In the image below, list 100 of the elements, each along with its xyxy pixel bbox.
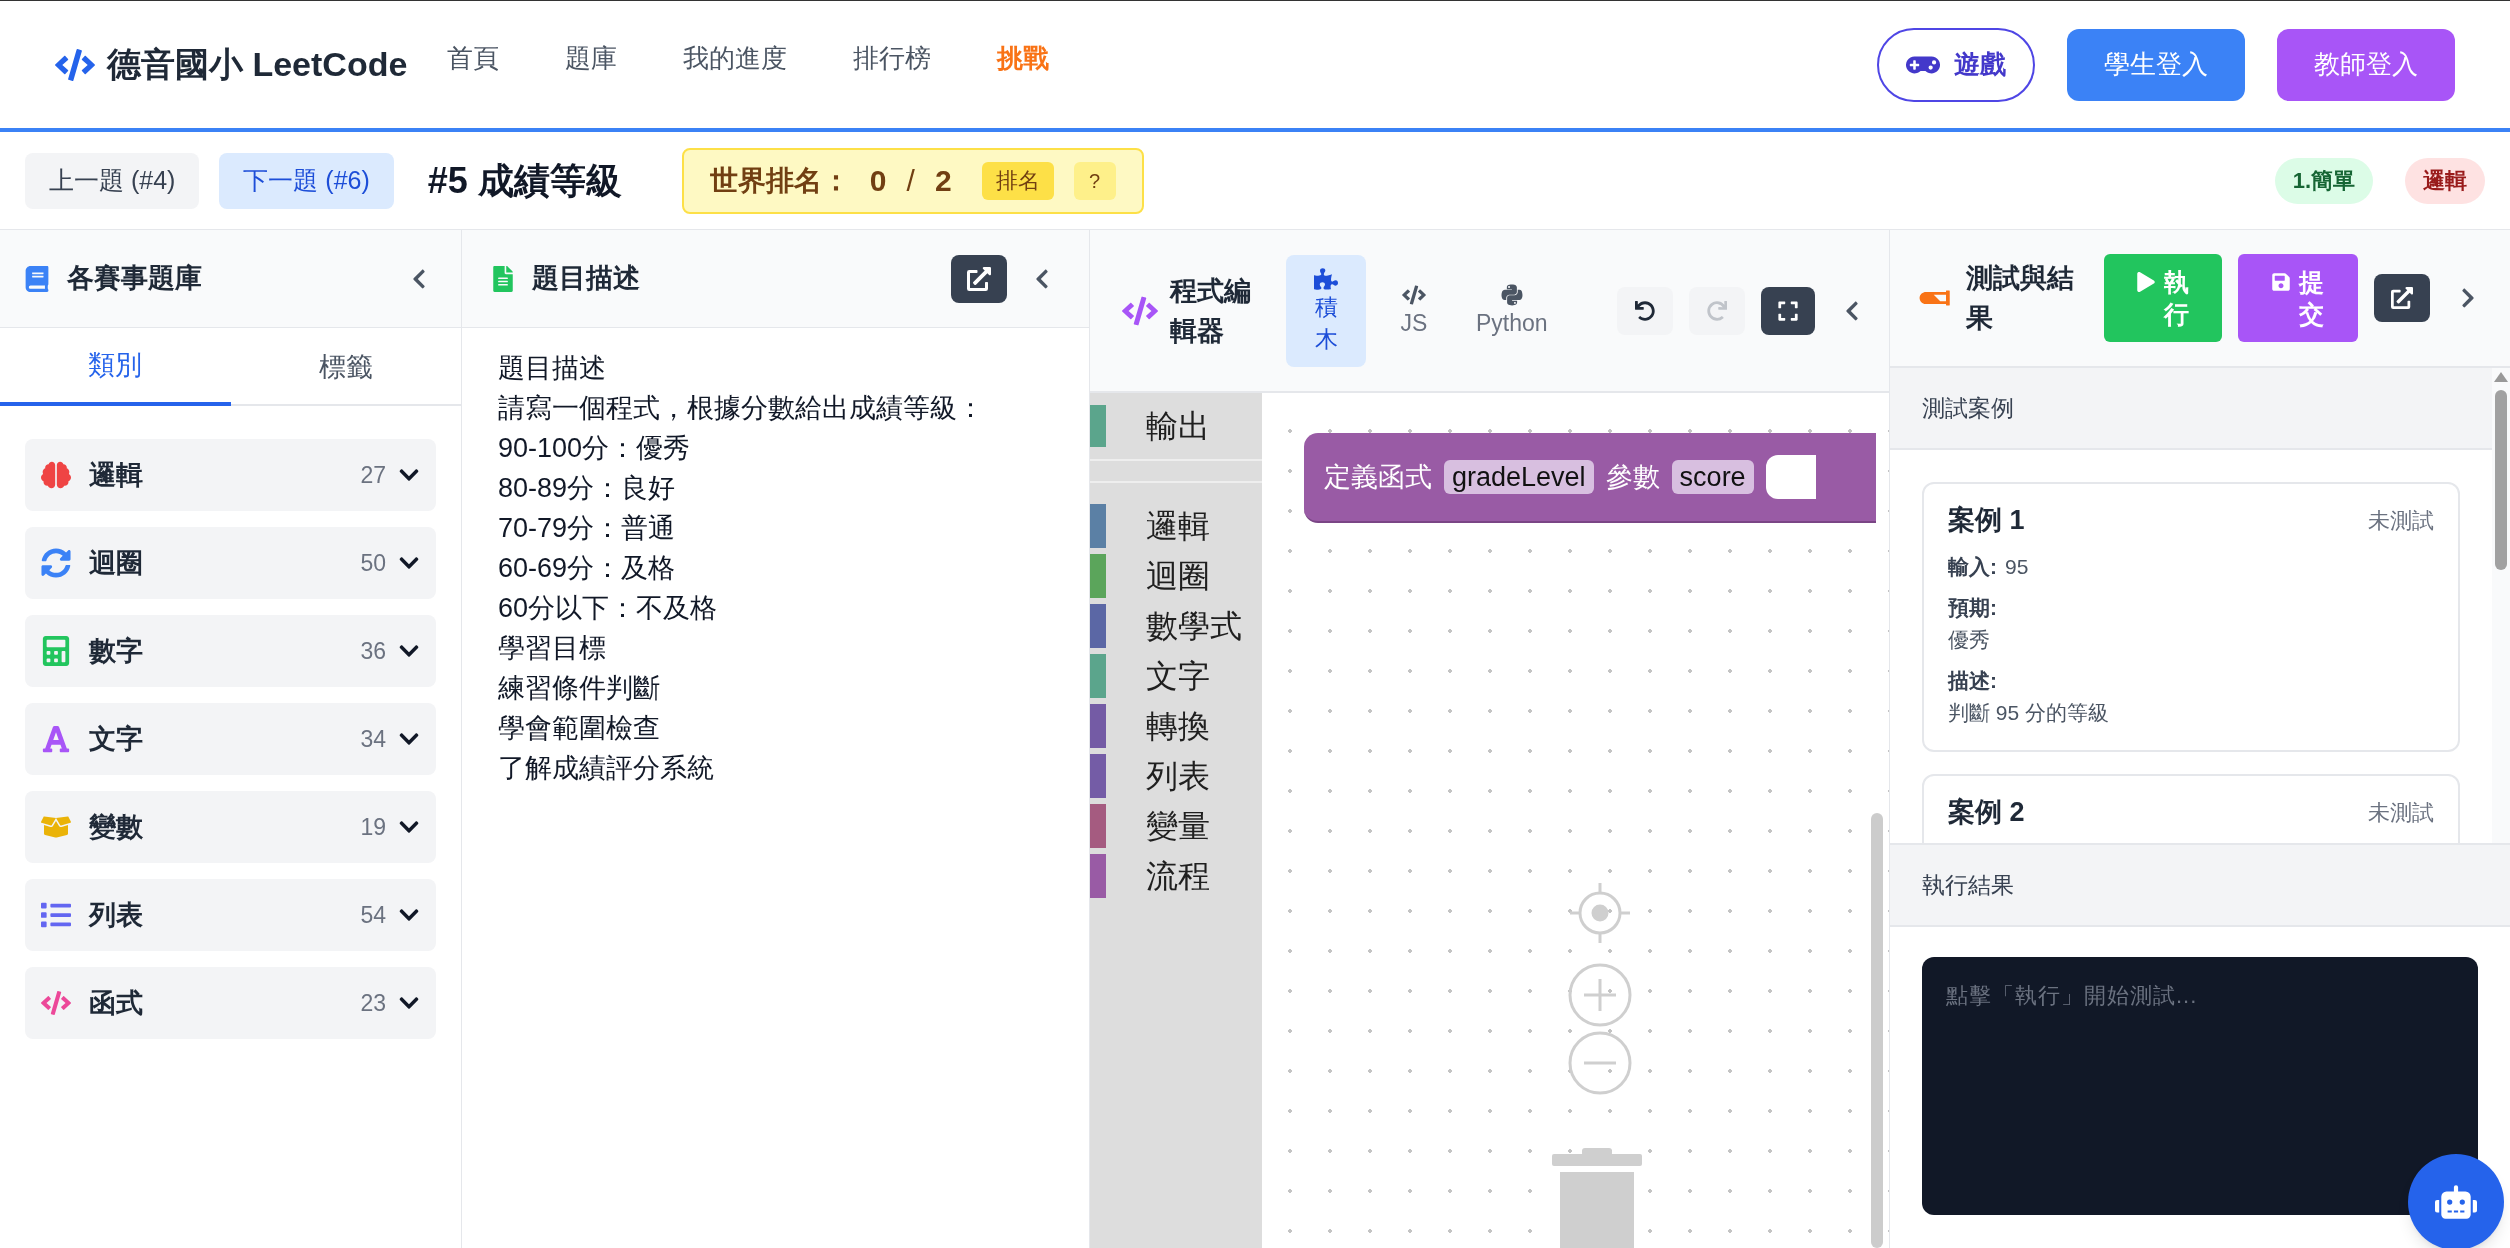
test-status: 未測試 <box>2368 798 2434 827</box>
external-link-icon <box>967 266 991 291</box>
block-label: 參數 <box>1605 460 1660 494</box>
field-label: 輸入: <box>1948 553 1997 580</box>
play-icon <box>2136 272 2157 292</box>
calculator-icon <box>41 636 71 666</box>
refresh-icon <box>41 548 71 578</box>
description-text: 了解成績評分系統 <box>498 752 715 785</box>
open-external-button[interactable] <box>2374 274 2430 322</box>
save-icon <box>2271 272 2292 292</box>
description-text: 學習目標 <box>498 632 607 665</box>
panel-title: 測試與結果 <box>1966 262 2075 335</box>
previous-problem-button[interactable]: 上一題 (#4) <box>25 152 200 209</box>
scrollbar[interactable] <box>2492 368 2510 843</box>
output-field[interactable]: 點擊「執行」開始測試... <box>1922 957 2478 1215</box>
category-item[interactable]: 變數 19 <box>25 791 436 863</box>
nav-link[interactable]: 題庫 <box>565 39 618 78</box>
block-label: 定義函式 <box>1324 460 1432 494</box>
site-logo[interactable]: 德音國小 LeetCode <box>107 39 408 90</box>
description-text: 練習條件判斷 <box>498 672 661 705</box>
open-external-button[interactable] <box>951 254 1007 303</box>
next-problem-button[interactable]: 下一題 (#6) <box>219 152 394 209</box>
category-item[interactable]: 邏輯 27 <box>25 439 436 511</box>
function-block[interactable]: 定義函式 gradeLevel 參數 score <box>1304 433 1876 523</box>
ranking-value: 0 <box>869 163 887 199</box>
category-tab[interactable]: 標籤 <box>230 328 461 406</box>
letter-icon <box>41 724 71 754</box>
test-case-title: 案例 2 <box>1948 796 2025 829</box>
category-item[interactable]: 迴圈 50 <box>25 527 436 599</box>
tag-badge: 1.簡單 <box>2274 157 2373 204</box>
description-text: 學會範圍檢查 <box>498 712 661 745</box>
submit-button[interactable]: 提交 <box>2238 254 2358 342</box>
teacher-login-button[interactable]: 教師登入 <box>2277 28 2455 101</box>
description-text: 題目描述 <box>498 352 607 385</box>
external-link-icon <box>2391 287 2413 309</box>
editor-mode-tab[interactable]: Python <box>1462 254 1562 367</box>
category-item[interactable]: 數字 36 <box>25 615 436 687</box>
editor-mode-tab[interactable]: 積木 <box>1286 254 1366 367</box>
list-icon <box>41 900 71 930</box>
toolbox-category[interactable]: 轉換 <box>1090 701 1262 751</box>
toolbox-category[interactable]: 文字 <box>1090 651 1262 701</box>
code-icon <box>41 988 71 1018</box>
redo-icon <box>1707 300 1727 321</box>
python-icon <box>1499 282 1524 307</box>
ranking-separator: / <box>906 163 915 199</box>
description-text: 請寫一個程式，根據分數給出成績等級： <box>498 392 985 425</box>
code-icon <box>1402 282 1426 307</box>
test-case-title: 案例 1 <box>1948 504 2025 537</box>
editor-mode-tab[interactable]: JS <box>1374 254 1454 367</box>
toolbox-category[interactable]: 輸出 <box>1090 403 1262 449</box>
brain-icon <box>41 460 71 490</box>
block-field[interactable]: score <box>1671 460 1754 494</box>
game-button[interactable]: 遊戲 <box>1877 27 2035 102</box>
category-item[interactable]: 列表 54 <box>25 879 436 951</box>
chevron-left-icon <box>410 267 428 290</box>
fullscreen-button[interactable] <box>1761 286 1815 335</box>
description-text: 80-89分：良好 <box>498 472 677 505</box>
toolbox-category[interactable]: 流程 <box>1090 851 1262 901</box>
book-icon <box>25 265 49 292</box>
field-value: 優秀 <box>1948 626 1991 653</box>
code-icon <box>1122 295 1158 326</box>
category-item[interactable]: 函式 23 <box>25 967 436 1039</box>
description-text: 60-69分：及格 <box>498 552 677 585</box>
nav-link[interactable]: 我的進度 <box>683 39 788 78</box>
category-tab[interactable]: 類別 <box>0 328 231 406</box>
ranking-label: 世界排名： <box>709 163 850 198</box>
tag-badge: 邏輯 <box>2405 157 2485 204</box>
field-label: 描述: <box>1948 668 1998 694</box>
test-status: 未測試 <box>2368 506 2434 535</box>
toolbox-category[interactable]: 迴圈 <box>1090 551 1262 601</box>
student-login-button[interactable]: 學生登入 <box>2067 28 2245 101</box>
help-button[interactable]: ? <box>1073 161 1116 200</box>
document-icon <box>492 265 514 292</box>
nav-link[interactable]: 排行榜 <box>853 39 932 78</box>
problem-title: #5 成績等級 <box>427 158 622 203</box>
puzzle-icon <box>1314 266 1338 291</box>
nav-link[interactable]: 首頁 <box>447 39 500 78</box>
field-value: 判斷 95 分的等級 <box>1948 699 2111 726</box>
toolbox-category[interactable]: 數學式 <box>1090 601 1262 651</box>
block-field[interactable]: gradeLevel <box>1444 460 1594 494</box>
description-text: 90-100分：優秀 <box>498 432 692 465</box>
recenter-icon <box>1568 881 1632 945</box>
toolbox-category[interactable]: 列表 <box>1090 751 1262 801</box>
block-input-notch <box>1765 455 1816 499</box>
chevron-left-icon <box>1033 267 1051 290</box>
field-label: 預期: <box>1948 595 1998 621</box>
description-text: 70-79分：普通 <box>498 512 677 545</box>
field-value: 95 <box>2005 553 2029 580</box>
fullscreen-icon <box>1777 299 1799 322</box>
undo-button[interactable] <box>1617 286 1673 335</box>
chevron-right-icon <box>2460 287 2476 309</box>
panel-title: 程式編輯器 <box>1170 274 1252 348</box>
ranking-button[interactable]: 排名 <box>981 161 1054 200</box>
section-title: 執行結果 <box>1922 870 2014 900</box>
category-item[interactable]: 文字 34 <box>25 703 436 775</box>
toolbox-category[interactable]: 邏輯 <box>1090 501 1262 551</box>
section-title: 測試案例 <box>1922 393 2014 423</box>
chevron-left-icon <box>1843 299 1861 322</box>
scrollbar[interactable] <box>1871 813 1883 1248</box>
toolbox-category[interactable]: 變量 <box>1090 801 1262 851</box>
